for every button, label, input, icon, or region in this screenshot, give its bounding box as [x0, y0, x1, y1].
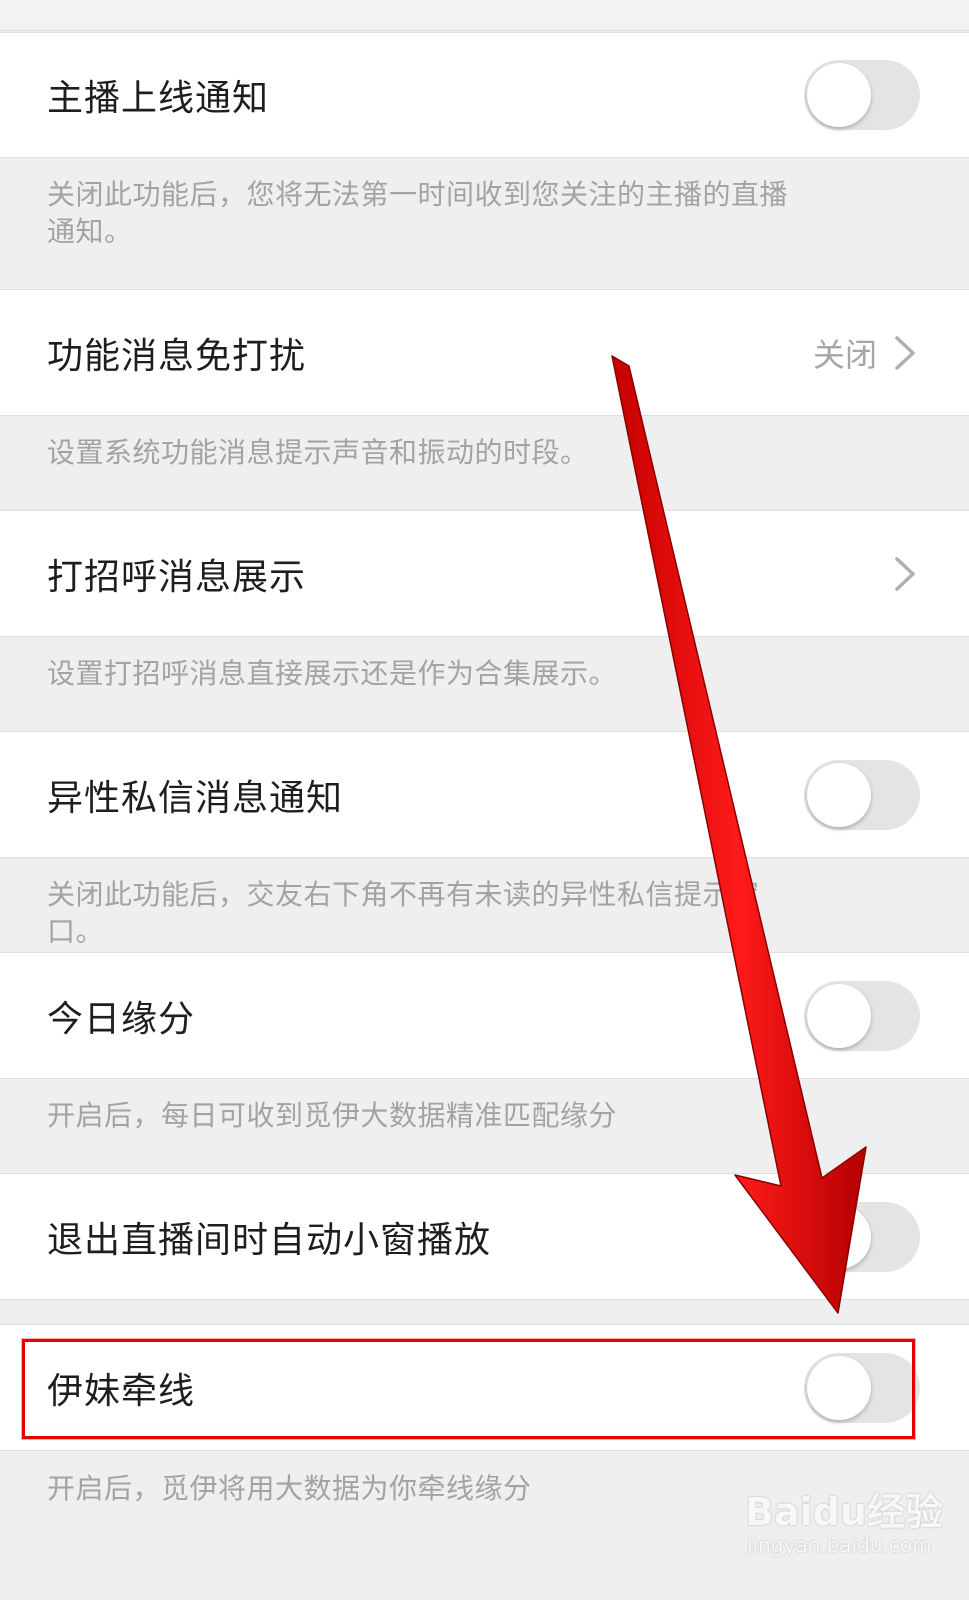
mini-window-toggle[interactable]	[804, 1201, 920, 1272]
matchmaking-toggle[interactable]	[804, 1352, 920, 1423]
streamer-online-toggle[interactable]	[804, 60, 920, 130]
setting-title: 今日缘分	[47, 998, 196, 1040]
toggle-knob	[807, 762, 871, 827]
settings-page: 主播上线通知 关闭此功能后，您将无法第一时间收到您关注的主播的直播通知。 功能消…	[0, 0, 969, 1600]
setting-title: 退出直播间时自动小窗播放	[47, 1219, 492, 1261]
setting-title: 伊妹牵线	[47, 1370, 196, 1412]
setting-description: 开启后，觅伊将用大数据为你牵线缘分	[47, 1472, 532, 1505]
toggle-knob	[807, 983, 871, 1048]
setting-description: 设置打招呼消息直接展示还是作为合集展示。	[47, 657, 618, 690]
setting-row-daily-match[interactable]: 今日缘分	[0, 952, 969, 1079]
setting-row-opposite-sex-message-notify[interactable]: 异性私信消息通知	[0, 731, 969, 858]
chevron-right-icon	[895, 335, 915, 370]
setting-row-do-not-disturb[interactable]: 功能消息免打扰 关闭	[0, 289, 969, 416]
setting-description: 开启后，每日可收到觅伊大数据精准匹配缘分	[47, 1099, 618, 1132]
daily-match-toggle[interactable]	[804, 980, 920, 1051]
setting-row-mini-window-playback[interactable]: 退出直播间时自动小窗播放	[0, 1173, 969, 1300]
toggle-knob	[807, 1204, 871, 1269]
setting-row-streamer-online-notify[interactable]: 主播上线通知	[0, 32, 969, 158]
setting-title: 打招呼消息展示	[47, 556, 307, 598]
toggle-knob	[807, 1355, 871, 1420]
watermark-logo: Baidu经验 jingyan.baidu.com	[727, 1463, 943, 1573]
setting-row-greeting-display[interactable]: 打招呼消息展示	[0, 510, 969, 637]
setting-description: 关闭此功能后，交友右下角不再有未读的异性私信提示窗口。	[47, 878, 760, 948]
top-divider	[0, 0, 969, 31]
watermark-brand: Baidu经验	[745, 1490, 943, 1534]
setting-title: 功能消息免打扰	[47, 335, 307, 377]
setting-title: 异性私信消息通知	[47, 777, 344, 819]
watermark-url: jingyan.baidu.com	[747, 1533, 932, 1557]
setting-description: 设置系统功能消息提示声音和振动的时段。	[47, 436, 589, 469]
opposite-sex-message-toggle[interactable]	[804, 759, 920, 830]
chevron-right-icon	[895, 556, 915, 591]
toggle-knob	[807, 63, 871, 127]
setting-title: 主播上线通知	[47, 78, 270, 119]
setting-value: 关闭	[812, 335, 877, 374]
setting-description: 关闭此功能后，您将无法第一时间收到您关注的主播的直播通知。	[47, 178, 789, 248]
setting-row-matchmaking[interactable]: 伊妹牵线	[0, 1324, 969, 1451]
